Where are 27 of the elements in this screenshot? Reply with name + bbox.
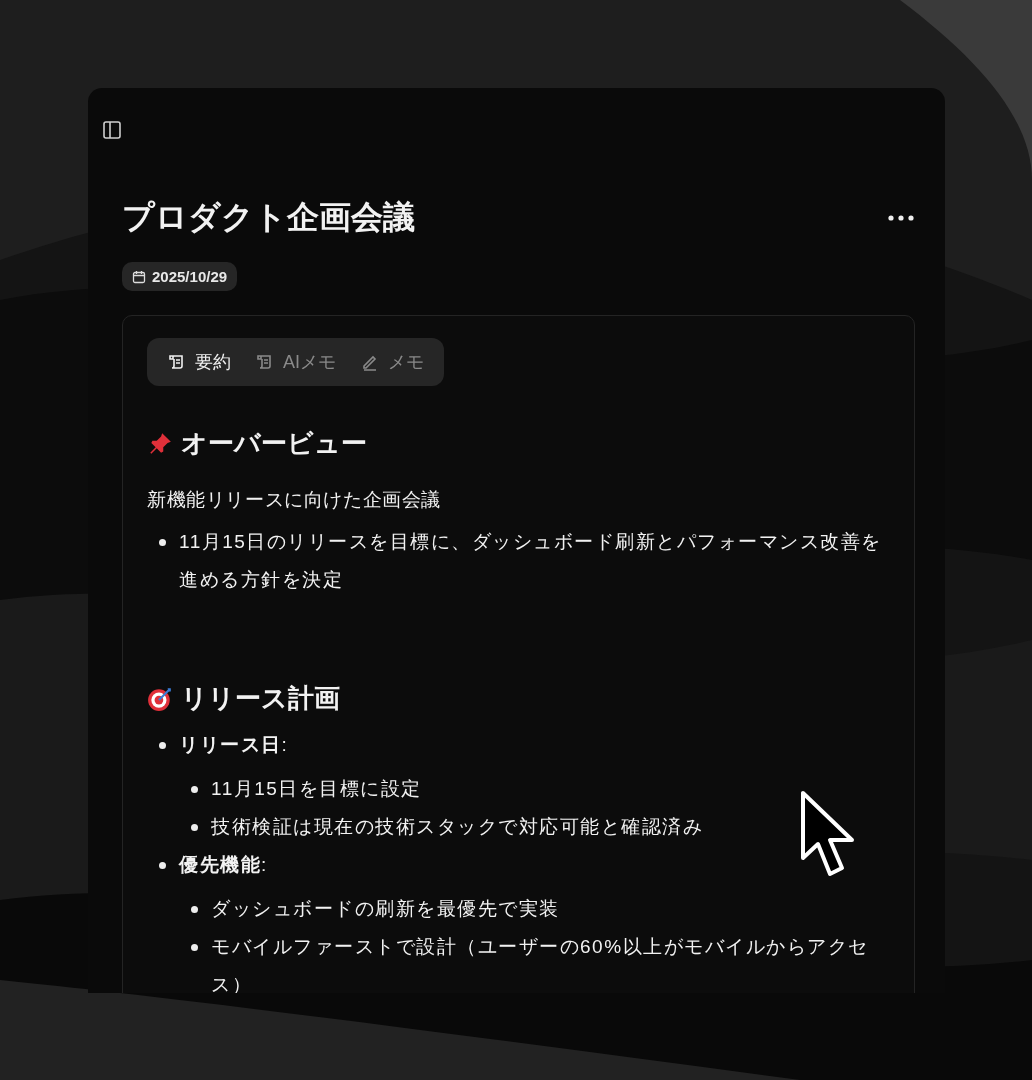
bullet-icon (191, 786, 198, 793)
bullet-icon (159, 539, 166, 546)
list-item-text: 技術検証は現在の技術スタックで対応可能と確認済み (211, 816, 703, 837)
bullet-icon (159, 742, 166, 749)
tab[interactable]: 要約 (157, 346, 241, 378)
paragraph: 新機能リリースに向けた企画会議 (147, 488, 442, 512)
date-text: 2025/10/29 (152, 268, 228, 285)
page-title: プロダクト企画会議 (122, 198, 415, 237)
tab[interactable]: メモ (350, 346, 434, 378)
section-heading: リリース計画 (181, 682, 340, 715)
bullet-icon (191, 944, 198, 951)
section-heading: オーバービュー (181, 427, 367, 460)
more-options-icon[interactable] (887, 213, 915, 223)
list-item-text: 11月15日のリリースを目標に、ダッシュボード刷新とパフォーマンス改善を進める方針を決定 (179, 531, 882, 590)
list-item-text: リリース日: (179, 734, 289, 755)
sidebar-toggle-icon[interactable] (102, 120, 122, 140)
list-item-text: ダッシュボードの刷新を最優先で実装 (211, 898, 560, 919)
bullet-icon (191, 824, 198, 831)
list-item-text: 優先機能: (179, 854, 268, 875)
pushpin-icon (147, 430, 173, 457)
calendar-icon (132, 269, 146, 284)
bullet-icon (159, 862, 166, 869)
mouse-pointer-icon (800, 790, 856, 878)
tab[interactable]: AIメモ (245, 346, 346, 378)
list-item-text: 11月15日を目標に設定 (211, 778, 422, 799)
bullet-icon (191, 906, 198, 913)
dart-target-icon (147, 685, 173, 712)
